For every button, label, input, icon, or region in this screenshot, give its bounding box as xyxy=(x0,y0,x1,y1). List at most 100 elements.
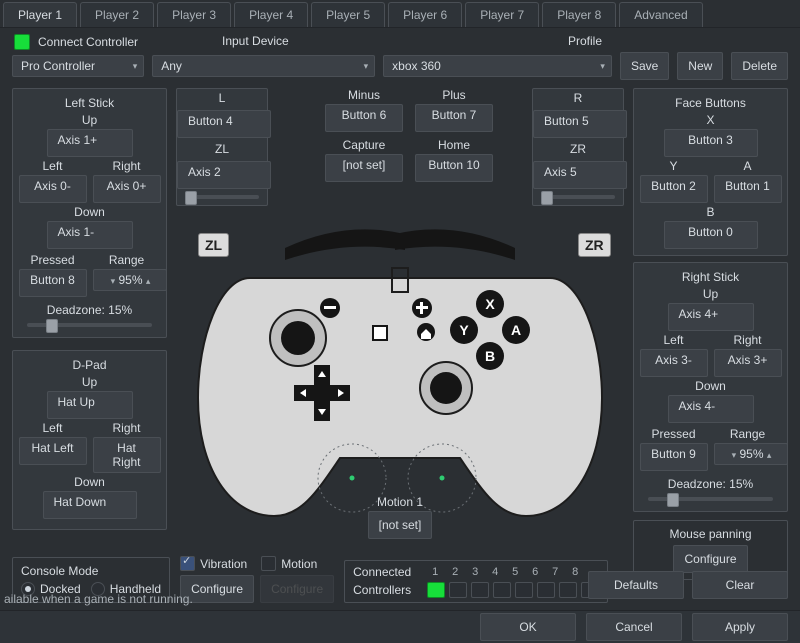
capture-label: Capture xyxy=(325,138,403,152)
zr-slider[interactable] xyxy=(541,195,615,199)
dpad-down-button[interactable]: Hat Down xyxy=(43,491,137,519)
face-b-label: B xyxy=(638,205,783,219)
tab-player-3[interactable]: Player 3 xyxy=(157,2,231,27)
clear-button[interactable]: Clear xyxy=(692,571,788,599)
cancel-button[interactable]: Cancel xyxy=(586,613,682,641)
ls-left-button[interactable]: Axis 0- xyxy=(19,175,87,203)
ls-up-label: Up xyxy=(17,113,162,127)
capture-button[interactable]: [not set] xyxy=(325,154,403,182)
new-button[interactable]: New xyxy=(677,52,723,80)
rs-pressed-label: Pressed xyxy=(640,427,708,441)
apply-button[interactable]: Apply xyxy=(692,613,788,641)
ctrl-num-5: 5 xyxy=(507,566,523,578)
ctrl-num-2: 2 xyxy=(447,566,463,578)
zl-button[interactable]: Axis 2 xyxy=(177,161,271,189)
left-stick-group: Left Stick Up Axis 1+ Left Axis 0- Right… xyxy=(12,88,167,338)
delete-button[interactable]: Delete xyxy=(731,52,788,80)
ctrl-num-3: 3 xyxy=(467,566,483,578)
zl-slider[interactable] xyxy=(185,195,259,199)
controller-type-dropdown[interactable]: Pro Controller ▾ xyxy=(12,55,144,77)
chevron-down-icon: ▾ xyxy=(364,61,369,72)
minus-button[interactable]: Button 6 xyxy=(325,104,403,132)
tab-player-8[interactable]: Player 8 xyxy=(542,2,616,27)
rs-deadzone-slider[interactable] xyxy=(648,497,773,501)
r-button[interactable]: Button 5 xyxy=(533,110,627,138)
dpad-down-label: Down xyxy=(17,475,162,489)
controller-slot-2[interactable] xyxy=(449,582,467,598)
plus-button[interactable]: Button 7 xyxy=(415,104,493,132)
rs-left-button[interactable]: Axis 3- xyxy=(640,349,708,377)
connect-indicator[interactable] xyxy=(14,34,30,50)
chevron-up-icon: ▴ xyxy=(146,276,151,286)
ok-button[interactable]: OK xyxy=(480,613,576,641)
face-b-button[interactable]: Button 0 xyxy=(664,221,758,249)
controller-slot-7[interactable] xyxy=(559,582,577,598)
ls-down-label: Down xyxy=(17,205,162,219)
controller-slot-4[interactable] xyxy=(493,582,511,598)
console-mode-title: Console Mode xyxy=(21,564,161,578)
ls-range-dropdown[interactable]: ▾ 95% ▴ xyxy=(93,269,167,291)
tab-player-7[interactable]: Player 7 xyxy=(465,2,539,27)
mid-buttons-group: Minus Button 6 Plus Button 7 Capture [no… xyxy=(320,88,498,184)
chevron-down-icon: ▾ xyxy=(600,61,605,72)
rs-left-label: Left xyxy=(640,333,708,347)
controller-slot-1[interactable] xyxy=(427,582,445,598)
ls-deadzone-slider[interactable] xyxy=(27,323,152,327)
controller-slot-5[interactable] xyxy=(515,582,533,598)
controller-slot-3[interactable] xyxy=(471,582,489,598)
ls-right-label: Right xyxy=(93,159,161,173)
ctrl-num-6: 6 xyxy=(527,566,543,578)
save-button[interactable]: Save xyxy=(620,52,669,80)
ls-left-label: Left xyxy=(19,159,87,173)
dpad-left-button[interactable]: Hat Left xyxy=(19,437,87,465)
rs-range-dropdown[interactable]: ▾ 95% ▴ xyxy=(714,443,788,465)
motion-checkbox[interactable]: Motion xyxy=(261,556,317,571)
ls-down-button[interactable]: Axis 1- xyxy=(47,221,133,249)
dpad-group: D-Pad Up Hat Up Left Hat Left Right Hat … xyxy=(12,350,167,530)
l-button[interactable]: Button 4 xyxy=(177,110,271,138)
face-buttons-group: Face Buttons X Button 3 Y Button 2 A But… xyxy=(633,88,788,256)
zr-button[interactable]: Axis 5 xyxy=(533,161,627,189)
r-title: R xyxy=(533,89,623,108)
face-y-button[interactable]: Button 2 xyxy=(640,175,708,203)
chevron-down-icon: ▾ xyxy=(133,61,138,72)
status-text: ailable when a game is not running. xyxy=(0,587,193,611)
ls-range-value: 95% xyxy=(118,273,142,287)
tab-player-2[interactable]: Player 2 xyxy=(80,2,154,27)
face-a-button[interactable]: Button 1 xyxy=(714,175,782,203)
input-device-dropdown[interactable]: Any ▾ xyxy=(152,55,375,77)
zl-title: ZL xyxy=(177,140,267,159)
face-y-label: Y xyxy=(640,159,708,173)
controller-type-value: Pro Controller xyxy=(21,59,95,73)
tab-player-5[interactable]: Player 5 xyxy=(311,2,385,27)
rs-title: Right Stick xyxy=(638,267,783,287)
vibration-checkbox[interactable]: Vibration xyxy=(180,556,247,571)
face-x-button[interactable]: Button 3 xyxy=(664,129,758,157)
face-a-label: A xyxy=(714,159,782,173)
tab-player-6[interactable]: Player 6 xyxy=(388,2,462,27)
rs-up-button[interactable]: Axis 4+ xyxy=(668,303,754,331)
tab-player-1[interactable]: Player 1 xyxy=(3,2,77,27)
rs-right-button[interactable]: Axis 3+ xyxy=(714,349,782,377)
rs-pressed-button[interactable]: Button 9 xyxy=(640,443,708,471)
motion1-group: Motion 1 [not set] xyxy=(355,495,445,539)
ls-pressed-button[interactable]: Button 8 xyxy=(19,269,87,297)
motion-configure-button-disabled: Configure xyxy=(260,575,334,603)
rs-down-button[interactable]: Axis 4- xyxy=(668,395,754,423)
dpad-right-button[interactable]: Hat Right xyxy=(93,437,161,473)
defaults-button[interactable]: Defaults xyxy=(588,571,684,599)
profile-label: Profile xyxy=(568,34,602,48)
dpad-up-button[interactable]: Hat Up xyxy=(47,391,133,419)
motion1-button[interactable]: [not set] xyxy=(368,511,433,539)
mouse-panning-label: Mouse panning xyxy=(640,527,781,541)
ls-right-button[interactable]: Axis 0+ xyxy=(93,175,161,203)
tab-player-4[interactable]: Player 4 xyxy=(234,2,308,27)
ls-up-button[interactable]: Axis 1+ xyxy=(47,129,133,157)
triggers-right-group: R Button 5 ZR Axis 5 xyxy=(532,88,624,206)
rs-range-value: 95% xyxy=(739,447,763,461)
profile-dropdown[interactable]: xbox 360 ▾ xyxy=(383,55,612,77)
controller-slot-6[interactable] xyxy=(537,582,555,598)
home-button[interactable]: Button 10 xyxy=(415,154,493,182)
tab-advanced[interactable]: Advanced xyxy=(619,2,702,27)
minus-label: Minus xyxy=(325,88,403,102)
